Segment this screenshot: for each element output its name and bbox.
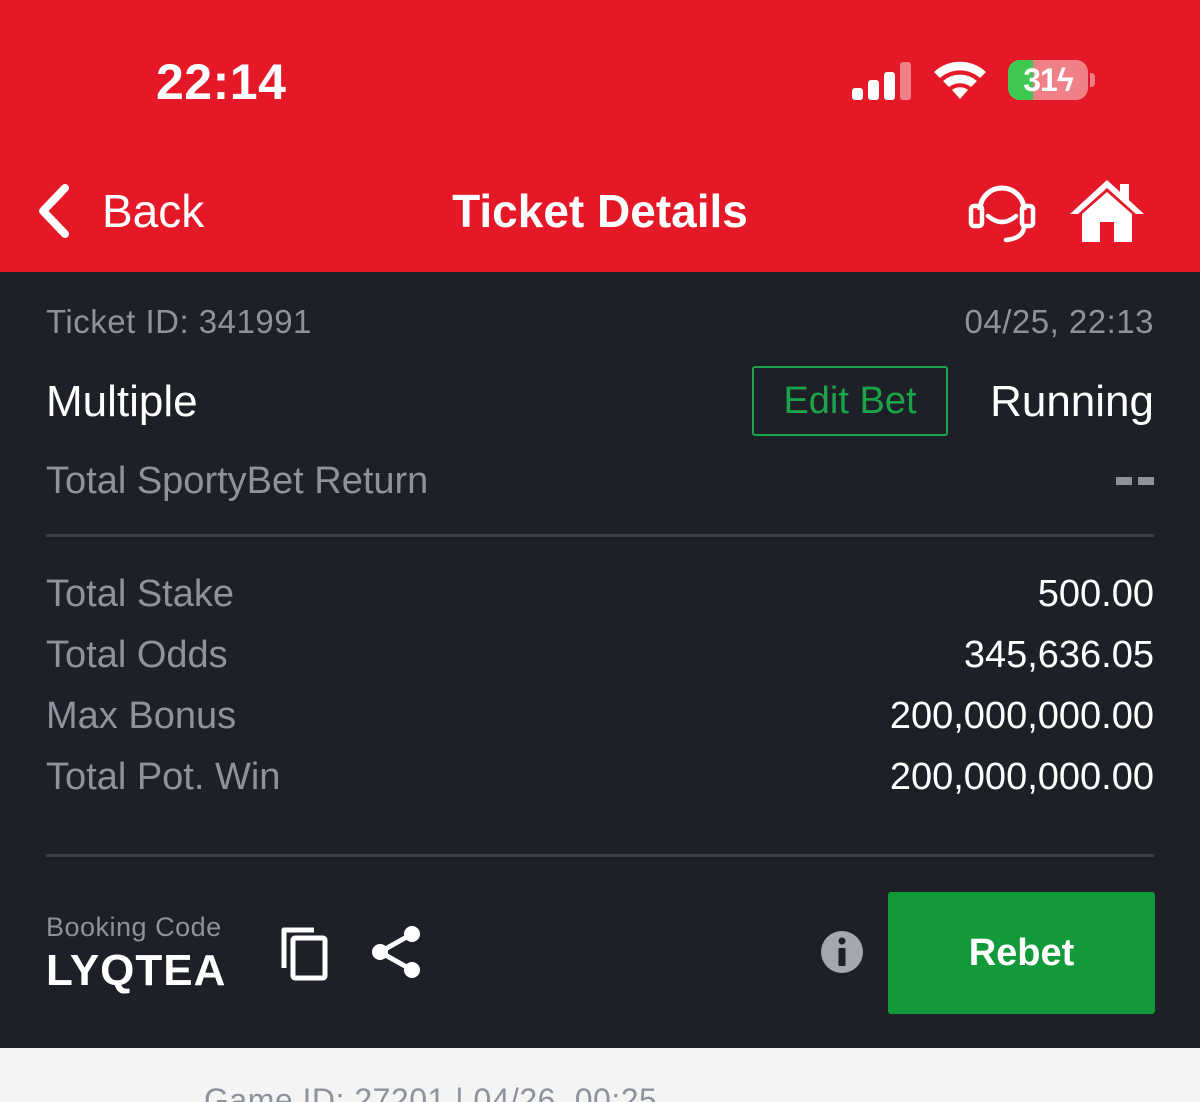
summary-row: Max Bonus 200,000,000.00: [46, 692, 1154, 740]
summary-value: 500.00: [1037, 572, 1154, 615]
back-label: Back: [102, 185, 205, 237]
booking-code-label: Booking Code: [46, 912, 222, 942]
charging-bolt-icon: ϟ: [1056, 62, 1074, 98]
summary-label: Max Bonus: [46, 694, 237, 737]
game-info: Game ID: 27201 | 04/26, 00:25: [204, 1082, 658, 1102]
summary-row: Total Odds 345,636.05: [46, 631, 1154, 679]
divider: [46, 534, 1154, 537]
summary-label: Total Stake: [46, 572, 234, 615]
headset-icon[interactable]: [966, 180, 1038, 244]
return-row: Total SportyBet Return: [46, 456, 1154, 506]
cellular-signal-icon: [852, 60, 914, 100]
ticket-panel: Ticket ID: 341991 04/25, 22:13 Multiple …: [0, 272, 1200, 1048]
return-value-placeholder: [1116, 477, 1154, 485]
return-label: Total SportyBet Return: [46, 459, 429, 502]
divider: [46, 854, 1154, 857]
summary-row: Total Pot. Win 200,000,000.00: [46, 753, 1154, 801]
ticket-datetime: 04/25, 22:13: [964, 303, 1154, 340]
bet-type-row: Multiple: [46, 374, 198, 430]
share-icon[interactable]: [368, 924, 424, 980]
summary-value: 345,636.05: [963, 633, 1154, 676]
info-icon[interactable]: [820, 930, 864, 974]
battery-nub: [1090, 73, 1095, 87]
bet-status: Running: [990, 377, 1154, 426]
ticket-id: Ticket ID: 341991: [46, 303, 312, 340]
ticket-meta-row: Ticket ID: 341991 04/25, 22:13: [46, 300, 1154, 344]
summary-value: 200,000,000.00: [889, 694, 1154, 737]
copy-icon[interactable]: [278, 924, 332, 982]
app-header: 22:14 31ϟ Back Ticket Details: [0, 0, 1200, 272]
home-icon[interactable]: [1068, 178, 1146, 244]
selection-list: Game ID: 27201 | 04/26, 00:25: [0, 1048, 1200, 1102]
back-button[interactable]: Back: [34, 178, 204, 244]
summary-label: Total Odds: [46, 633, 228, 676]
battery-percent: 31: [1023, 62, 1058, 98]
edit-bet-button[interactable]: Edit Bet: [752, 366, 948, 436]
wifi-icon: [934, 61, 986, 99]
summary-row: Total Stake 500.00: [46, 570, 1154, 618]
summary-value: 200,000,000.00: [889, 755, 1154, 798]
booking-code: LYQTEA: [46, 946, 227, 995]
chevron-left-icon: [39, 184, 69, 238]
battery-icon: 31ϟ: [1008, 60, 1088, 100]
bet-type: Multiple: [46, 377, 198, 426]
status-time: 22:14: [156, 54, 287, 110]
rebet-button[interactable]: Rebet: [888, 892, 1155, 1014]
summary-label: Total Pot. Win: [46, 755, 281, 798]
